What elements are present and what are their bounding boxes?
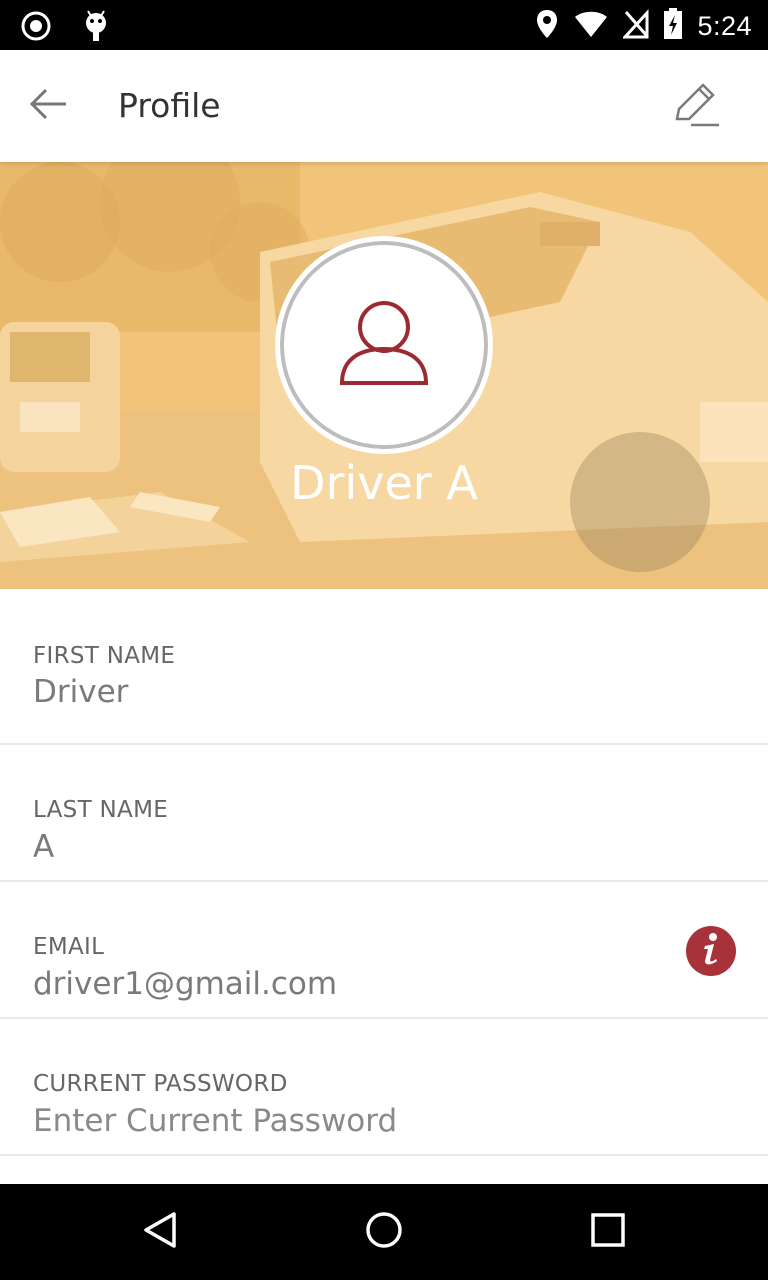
avatar[interactable] <box>275 236 493 454</box>
no-sim-icon <box>622 9 649 44</box>
battery-charging-icon <box>663 8 683 45</box>
app-bar: Profile <box>0 50 768 162</box>
current-password-input[interactable]: Enter Current Password <box>33 1103 397 1139</box>
nav-home-button[interactable] <box>356 1204 412 1260</box>
status-time: 5:24 <box>697 11 752 41</box>
first-name-value[interactable]: Driver <box>33 674 128 710</box>
current-password-label: CURRENT PASSWORD <box>33 1071 288 1097</box>
recents-square-icon <box>588 1210 628 1255</box>
email-field[interactable]: EMAIL driver1@gmail.com <box>0 882 768 1019</box>
page-title: Profile <box>118 86 221 125</box>
record-icon <box>20 10 52 47</box>
pencil-edit-icon <box>671 79 721 134</box>
wifi-icon <box>573 9 609 44</box>
nav-back-button[interactable] <box>132 1204 188 1260</box>
current-password-field[interactable]: CURRENT PASSWORD Enter Current Password <box>0 1019 768 1156</box>
back-arrow-icon <box>28 87 68 126</box>
system-nav-bar <box>0 1184 768 1280</box>
status-bar: 5:24 <box>0 0 768 50</box>
info-icon <box>699 932 723 971</box>
last-name-label: LAST NAME <box>33 797 169 823</box>
email-info-button[interactable] <box>686 926 736 976</box>
edit-profile-button[interactable] <box>668 78 724 134</box>
back-triangle-icon <box>140 1210 180 1255</box>
last-name-field[interactable]: LAST NAME A <box>0 745 768 882</box>
first-name-label: FIRST NAME <box>33 643 176 669</box>
last-name-value[interactable]: A <box>33 829 54 865</box>
home-circle-icon <box>364 1210 404 1255</box>
driver-display-name: Driver A <box>290 456 478 510</box>
back-button[interactable] <box>22 80 74 132</box>
nav-recents-button[interactable] <box>580 1204 636 1260</box>
profile-form: FIRST NAME Driver LAST NAME A EMAIL driv… <box>0 589 768 1156</box>
first-name-field[interactable]: FIRST NAME Driver <box>0 589 768 745</box>
location-icon <box>535 8 559 45</box>
email-label: EMAIL <box>33 934 105 960</box>
user-outline-icon <box>334 293 434 398</box>
android-debug-icon <box>82 9 110 48</box>
email-value[interactable]: driver1@gmail.com <box>33 966 337 1002</box>
